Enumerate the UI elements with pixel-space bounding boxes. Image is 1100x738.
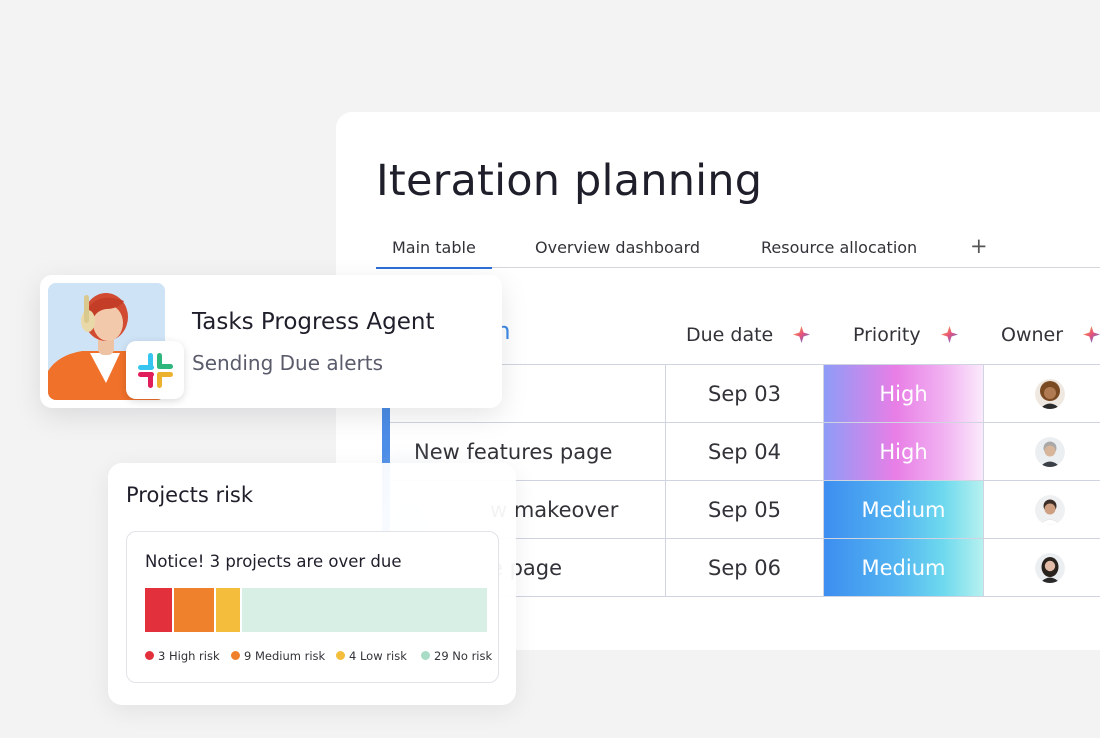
priority-cell[interactable]: Medium — [823, 539, 983, 596]
due-date-cell[interactable]: Sep 03 — [665, 365, 823, 422]
slack-icon — [126, 341, 184, 399]
tab-overview-dashboard[interactable]: Overview dashboard — [535, 238, 700, 257]
risk-card-title: Projects risk — [126, 483, 254, 507]
projects-risk-card: Projects risk Notice! 3 projects are ove… — [108, 463, 516, 705]
column-header-priority[interactable]: Priority — [853, 324, 958, 346]
ai-sparkle-icon[interactable] — [793, 326, 811, 343]
legend-item-high: 3 High risk — [145, 649, 220, 663]
legend-item-medium: 9 Medium risk — [231, 649, 325, 663]
add-tab-button[interactable]: + — [970, 234, 988, 258]
column-header-due-date[interactable]: Due date — [686, 324, 811, 346]
column-header-label: Priority — [853, 324, 921, 346]
agent-status: Sending Due alerts — [192, 351, 383, 375]
legend-item-low: 4 Low risk — [336, 649, 407, 663]
column-header-owner[interactable]: Owner — [1001, 324, 1100, 346]
due-date-cell[interactable]: Sep 06 — [665, 539, 823, 596]
legend-label: 9 Medium risk — [244, 649, 326, 663]
risk-widget: Notice! 3 projects are over due 3 High r… — [126, 531, 499, 683]
legend-label: 29 No risk — [434, 649, 493, 663]
board-tabs: Main table Overview dashboard Resource a… — [376, 230, 1100, 269]
owner-cell[interactable] — [983, 539, 1100, 596]
legend-label: 3 High risk — [158, 649, 220, 663]
owner-avatar[interactable] — [1035, 436, 1065, 467]
tab-resource-allocation[interactable]: Resource allocation — [761, 238, 917, 257]
column-header-label: Due date — [686, 324, 774, 346]
owner-cell[interactable] — [983, 365, 1100, 422]
legend-item-none: 29 No risk — [421, 649, 492, 663]
legend-dot — [421, 651, 430, 660]
owner-cell[interactable] — [983, 423, 1100, 480]
legend-dot — [145, 651, 154, 660]
due-date-cell[interactable]: Sep 05 — [665, 481, 823, 538]
legend-dot — [336, 651, 345, 660]
risk-bar-medium — [174, 588, 214, 632]
owner-avatar[interactable] — [1035, 378, 1065, 409]
ai-sparkle-icon[interactable] — [940, 326, 958, 343]
legend-label: 4 Low risk — [349, 649, 407, 663]
risk-bar-high — [145, 588, 172, 632]
tab-main-table[interactable]: Main table — [376, 238, 492, 269]
risk-bar-none — [242, 588, 487, 632]
priority-cell[interactable]: High — [823, 365, 983, 422]
agent-card[interactable]: Tasks Progress Agent Sending Due alerts — [40, 275, 502, 408]
ai-sparkle-icon[interactable] — [1083, 326, 1100, 343]
due-date-cell[interactable]: Sep 04 — [665, 423, 823, 480]
agent-title: Tasks Progress Agent — [192, 309, 435, 335]
risk-legend: 3 High risk 9 Medium risk 4 Low risk 29 … — [145, 649, 495, 663]
legend-dot — [231, 651, 240, 660]
board-title: Iteration planning — [376, 156, 763, 206]
risk-bar-low — [216, 588, 240, 632]
priority-cell[interactable]: High — [823, 423, 983, 480]
priority-cell[interactable]: Medium — [823, 481, 983, 538]
risk-notice: Notice! 3 projects are over due — [145, 552, 402, 571]
column-header-label: Owner — [1001, 324, 1064, 346]
risk-stacked-bar — [145, 588, 487, 632]
owner-avatar[interactable] — [1035, 552, 1065, 583]
owner-cell[interactable] — [983, 481, 1100, 538]
owner-avatar[interactable] — [1035, 494, 1065, 525]
